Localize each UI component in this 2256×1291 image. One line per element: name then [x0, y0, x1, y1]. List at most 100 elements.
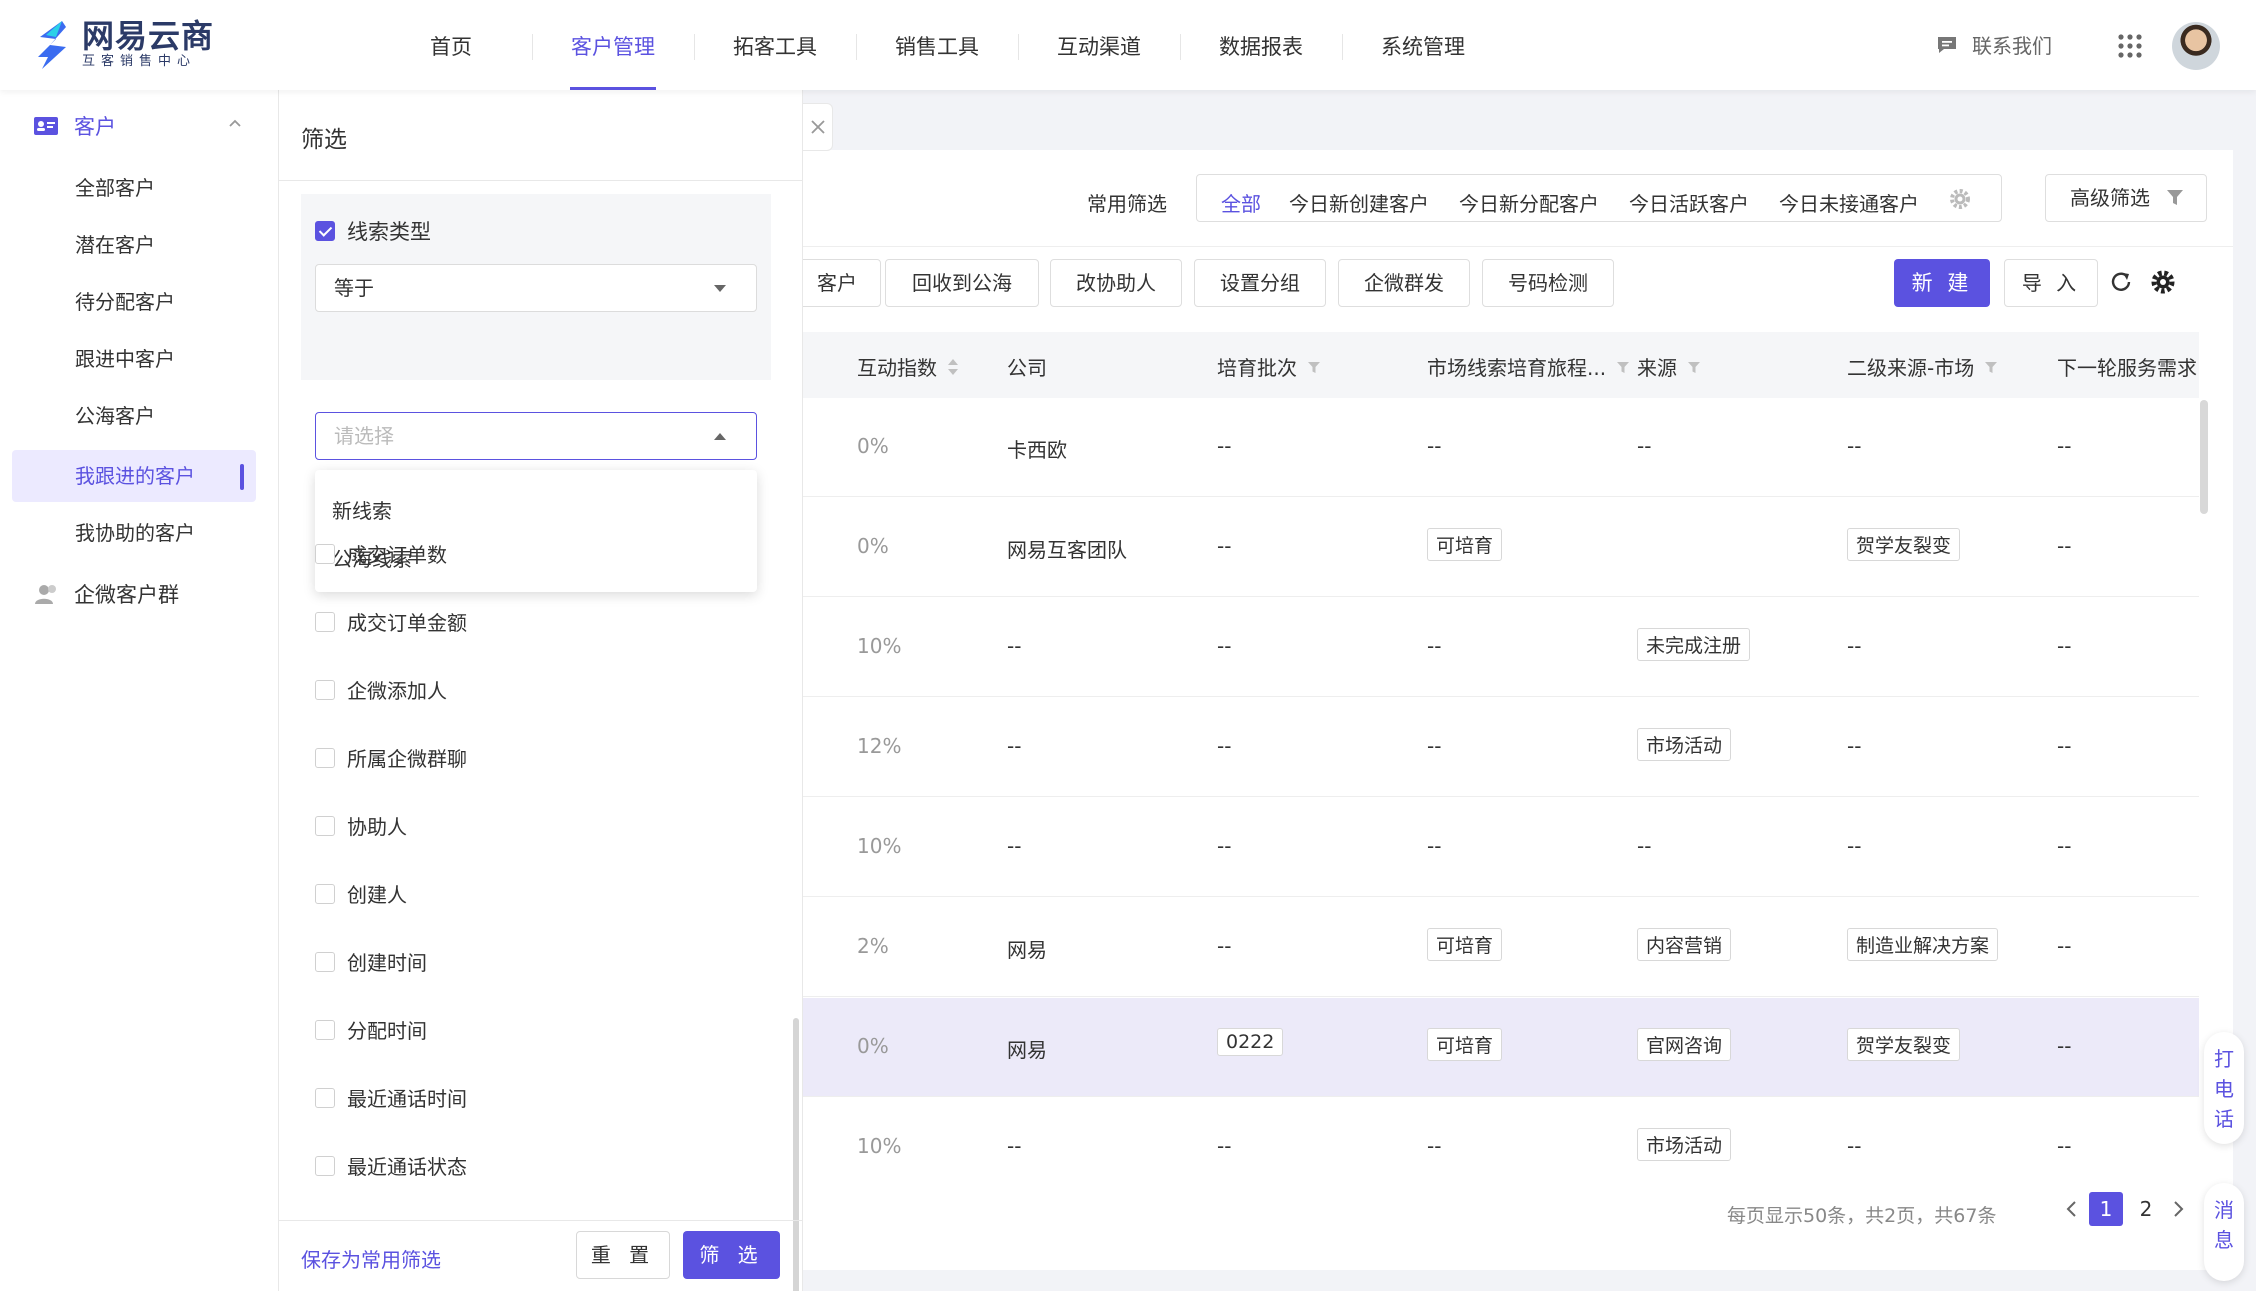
chevron-right-icon[interactable]	[2171, 1200, 2185, 1218]
sidebar-item-following[interactable]: 跟进中客户	[12, 333, 256, 385]
cell-batch: --	[1217, 834, 1232, 858]
field-checkbox[interactable]	[315, 1087, 335, 1108]
table-row[interactable]: 10% -- -- -- 市场活动 -- --	[803, 1098, 2199, 1197]
sidebar-item-my-followed[interactable]: 我跟进的客户	[12, 450, 256, 502]
nav-data-reports[interactable]: 数据报表	[1180, 0, 1342, 90]
table-row[interactable]: 12% -- -- -- 市场活动 -- --	[803, 698, 2199, 797]
apps-grid-icon[interactable]	[2118, 34, 2142, 58]
col-nurture-journey[interactable]: 市场线索培育旅程...	[1427, 352, 1630, 381]
page-2-button[interactable]: 2	[2129, 1192, 2163, 1226]
filter-field-last-call-time[interactable]: 最近通话时间	[315, 1083, 467, 1112]
lead-type-checkbox[interactable]	[315, 221, 335, 241]
settings-icon[interactable]	[2151, 270, 2175, 294]
filter-panel-scrollbar[interactable]	[793, 1018, 799, 1291]
col-interaction-index[interactable]: 互动指数	[857, 352, 959, 381]
filter-field-wecom-adder[interactable]: 企微添加人	[315, 675, 447, 704]
sidebar-item-all-customers[interactable]: 全部客户	[12, 162, 256, 214]
import-button[interactable]: 导 入	[2004, 259, 2098, 307]
field-checkbox[interactable]	[315, 747, 335, 768]
recycle-to-pool-button[interactable]: 回收到公海	[885, 259, 1039, 307]
filter-field-last-call-status[interactable]: 最近通话状态	[315, 1151, 467, 1180]
message-float-button[interactable]: 消息	[2204, 1183, 2244, 1281]
col-secondary-source[interactable]: 二级来源-市场	[1847, 352, 1998, 381]
caret-up-icon	[714, 433, 726, 440]
sidebar-group-wecom[interactable]: 企微客户群	[0, 568, 278, 620]
nav-home[interactable]: 首页	[370, 0, 532, 90]
close-filter-button[interactable]	[803, 103, 833, 151]
col-source[interactable]: 来源	[1637, 352, 1701, 381]
field-checkbox[interactable]	[315, 951, 335, 972]
quick-filter-active-today[interactable]: 今日活跃客户	[1629, 188, 1749, 217]
filter-field-creator[interactable]: 创建人	[315, 879, 407, 908]
filter-field-created-time[interactable]: 创建时间	[315, 947, 427, 976]
lead-type-value-select[interactable]: 请选择	[315, 412, 757, 460]
set-group-button[interactable]: 设置分组	[1194, 259, 1326, 307]
filter-field-assistant[interactable]: 协助人	[315, 811, 407, 840]
sidebar-item-my-assisted[interactable]: 我协助的客户	[12, 507, 256, 559]
filter-field-deal-amount[interactable]: 成交订单金额	[315, 607, 467, 636]
table-row[interactable]: 10% -- -- -- 未完成注册 -- --	[803, 598, 2199, 697]
sort-icon[interactable]	[947, 358, 959, 376]
contact-us-link[interactable]: 联系我们	[1936, 30, 2052, 59]
filter-field-assigned-time[interactable]: 分配时间	[315, 1015, 427, 1044]
sidebar-item-public-pool[interactable]: 公海客户	[12, 390, 256, 442]
advanced-filter-button[interactable]: 高级筛选	[2045, 174, 2207, 222]
quick-filter-all[interactable]: 全部	[1221, 188, 1261, 217]
cell-source-tag: 未完成注册	[1637, 628, 1751, 661]
lead-type-dropdown: 新线索 公海线索	[315, 470, 757, 592]
cell-next-service: --	[2057, 734, 2072, 758]
call-float-label: 打电话	[2214, 1047, 2234, 1131]
filter-icon[interactable]	[1307, 360, 1321, 374]
id-card-icon	[34, 117, 58, 135]
quick-filter-created-today[interactable]: 今日新创建客户	[1289, 188, 1429, 217]
field-checkbox[interactable]	[315, 815, 335, 836]
dropdown-option-new-lead[interactable]: 新线索	[332, 495, 392, 524]
new-button[interactable]: 新 建	[1894, 259, 1990, 307]
filter-field-wecom-group[interactable]: 所属企微群聊	[315, 743, 467, 772]
user-avatar[interactable]	[2172, 22, 2220, 70]
field-checkbox[interactable]	[315, 1019, 335, 1040]
wecom-mass-send-button[interactable]: 企微群发	[1338, 259, 1470, 307]
reset-button[interactable]: 重 置	[576, 1231, 670, 1279]
brand-logo[interactable]: 网易云商 互客销售中心	[32, 16, 214, 74]
col-batch[interactable]: 培育批次	[1217, 352, 1321, 381]
quick-filter-unanswered-today[interactable]: 今日未接通客户	[1779, 188, 1919, 217]
sidebar-group-customer[interactable]: 客户	[0, 100, 278, 152]
change-assistant-button[interactable]: 改协助人	[1050, 259, 1182, 307]
field-checkbox[interactable]	[315, 679, 335, 700]
gear-icon[interactable]	[1949, 188, 1971, 210]
nav-customer-management[interactable]: 客户管理	[532, 0, 694, 90]
field-checkbox[interactable]	[315, 1155, 335, 1176]
nav-prospecting-tools[interactable]: 拓客工具	[694, 0, 856, 90]
save-as-common-filter-link[interactable]: 保存为常用筛选	[301, 1244, 441, 1273]
table-row[interactable]: 0% 卡西欧 -- -- -- -- --	[803, 398, 2199, 497]
number-check-button[interactable]: 号码检测	[1482, 259, 1614, 307]
filter-icon[interactable]	[1616, 360, 1630, 374]
filter-field-deal-orders[interactable]: 成交订单数	[315, 539, 447, 568]
field-checkbox[interactable]	[315, 611, 335, 632]
table-row[interactable]: 0% 网易互客团队 -- 可培育 贺学友裂变 --	[803, 498, 2199, 597]
table-row[interactable]: 0% 网易 0222 可培育 官网咨询 贺学友裂变 --	[803, 998, 2199, 1097]
filter-icon[interactable]	[1984, 360, 1998, 374]
table-row[interactable]: 2% 网易 -- 可培育 内容营销 制造业解决方案 --	[803, 898, 2199, 997]
nav-sales-tools[interactable]: 销售工具	[856, 0, 1018, 90]
sidebar-item-potential-customers[interactable]: 潜在客户	[12, 219, 256, 271]
nav-interaction-channels[interactable]: 互动渠道	[1018, 0, 1180, 90]
customer-action-button[interactable]: 客户	[793, 259, 881, 307]
page-1-button[interactable]: 1	[2089, 1192, 2123, 1226]
refresh-icon[interactable]	[2109, 270, 2133, 294]
table-row[interactable]: 10% -- -- -- -- -- --	[803, 798, 2199, 897]
nav-system-management[interactable]: 系统管理	[1342, 0, 1504, 90]
sidebar-item-pending-assignment[interactable]: 待分配客户	[12, 276, 256, 328]
quick-filter-assigned-today[interactable]: 今日新分配客户	[1459, 188, 1599, 217]
field-checkbox[interactable]	[315, 543, 335, 564]
condition-lead-type-header[interactable]: 线索类型	[315, 216, 431, 246]
table-scrollbar[interactable]	[2200, 400, 2208, 514]
call-float-button[interactable]: 打电话	[2204, 1032, 2244, 1144]
chevron-left-icon[interactable]	[2065, 1200, 2079, 1218]
filter-icon[interactable]	[1687, 360, 1701, 374]
operator-select[interactable]: 等于	[315, 264, 757, 312]
apply-filter-button[interactable]: 筛 选	[683, 1231, 780, 1279]
field-checkbox[interactable]	[315, 883, 335, 904]
sidebar-group-customer-label: 客户	[74, 115, 116, 139]
